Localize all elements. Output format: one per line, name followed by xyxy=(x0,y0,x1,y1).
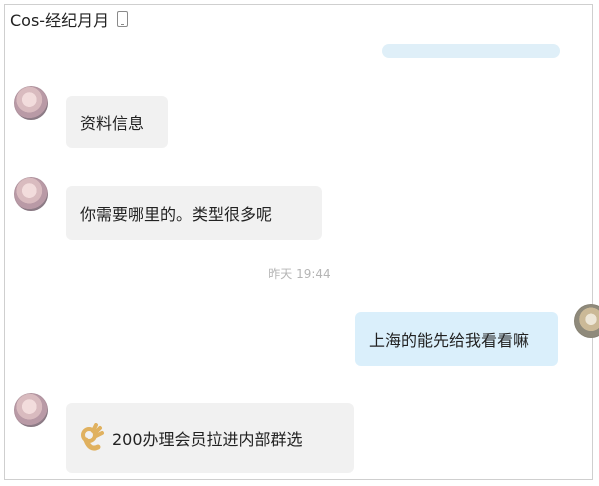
message-text: 200办理会员拉进内部群选 xyxy=(112,430,303,449)
chat-title: Cos-经纪月月 xyxy=(10,11,110,30)
blurred-message-bar xyxy=(382,44,560,58)
avatar[interactable] xyxy=(14,393,48,427)
ok-hand-emoji-icon xyxy=(80,423,106,453)
message-text: 上海的能先给我看看嘛 xyxy=(369,331,530,350)
message-bubble-outgoing: 上海的能先给我看看嘛 xyxy=(355,312,558,366)
message-bubble-incoming: 你需要哪里的。类型很多呢 xyxy=(66,186,322,240)
message-bubble-incoming: 资料信息 xyxy=(66,96,168,148)
avatar[interactable] xyxy=(14,177,48,211)
message-text: 资料信息 xyxy=(80,114,145,133)
chat-header: Cos-经纪月月 xyxy=(10,8,129,30)
timestamp: 昨天 19:44 xyxy=(268,267,331,281)
phone-icon[interactable] xyxy=(117,11,129,27)
message-text: 你需要哪里的。类型很多呢 xyxy=(80,205,273,224)
avatar[interactable] xyxy=(14,86,48,120)
message-bubble-incoming: 200办理会员拉进内部群选 xyxy=(66,403,354,473)
